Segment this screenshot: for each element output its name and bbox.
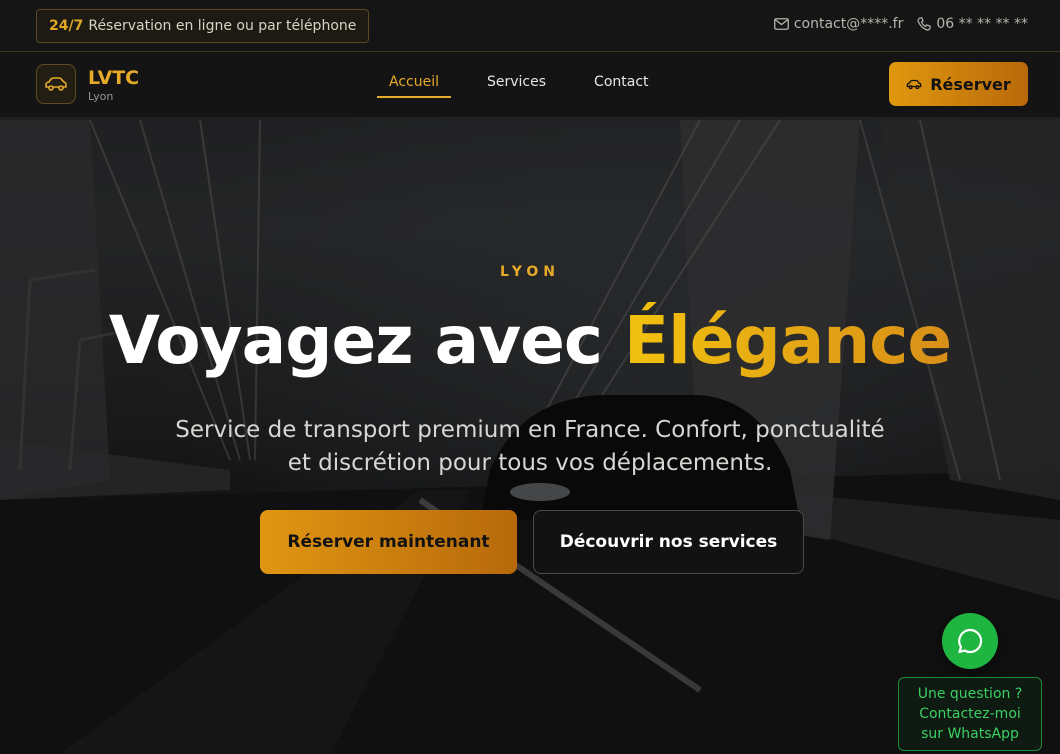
car-icon bbox=[45, 77, 67, 91]
hero-subtitle: Service de transport premium en France. … bbox=[175, 417, 885, 476]
nav-link-contact[interactable]: Contact bbox=[582, 74, 660, 104]
hero-title-accent: Élégance bbox=[624, 302, 952, 379]
main-navbar: LVTC Lyon Accueil Services Contact Réser… bbox=[0, 52, 1060, 117]
availability-badge: 24/7 Réservation en ligne ou par télépho… bbox=[36, 9, 370, 43]
mail-icon bbox=[773, 18, 789, 30]
hero-title-main: Voyagez avec bbox=[108, 302, 625, 379]
nav-link-accueil[interactable]: Accueil bbox=[377, 74, 451, 104]
whatsapp-prompt[interactable]: Une question ? Contactez-moi sur WhatsAp… bbox=[898, 677, 1042, 751]
nav-links: Accueil Services Contact bbox=[377, 74, 661, 104]
availability-hours: 24/7 bbox=[49, 18, 84, 34]
discover-services-button[interactable]: Découvrir nos services bbox=[533, 510, 804, 574]
whatsapp-icon bbox=[958, 628, 983, 654]
contact-email-text: contact@****.fr bbox=[793, 16, 904, 32]
phone-icon bbox=[917, 17, 931, 31]
nav-link-services[interactable]: Services bbox=[475, 74, 558, 104]
contact-email[interactable]: contact@****.fr bbox=[773, 16, 904, 32]
whatsapp-button[interactable] bbox=[942, 613, 998, 669]
brand-city: Lyon bbox=[88, 90, 114, 103]
contact-phone-text: 06 ** ** ** ** bbox=[936, 16, 1028, 32]
logo-car-icon-box[interactable] bbox=[36, 64, 76, 104]
reserve-button-label: Réserver bbox=[930, 74, 1011, 94]
car-icon bbox=[906, 79, 922, 89]
contact-phone[interactable]: 06 ** ** ** ** bbox=[917, 16, 1028, 32]
brand-name[interactable]: LVTC bbox=[88, 67, 139, 89]
top-info-bar: 24/7 Réservation en ligne ou par télépho… bbox=[0, 0, 1060, 52]
top-contacts: contact@****.fr 06 ** ** ** ** bbox=[773, 16, 1028, 32]
hero-kicker: LYON bbox=[500, 264, 560, 280]
availability-text: Réservation en ligne ou par téléphone bbox=[88, 18, 357, 34]
hero-title: Voyagez avec Élégance bbox=[0, 302, 1060, 379]
reserve-button[interactable]: Réserver bbox=[889, 62, 1028, 106]
reserve-now-button[interactable]: Réserver maintenant bbox=[260, 510, 517, 574]
